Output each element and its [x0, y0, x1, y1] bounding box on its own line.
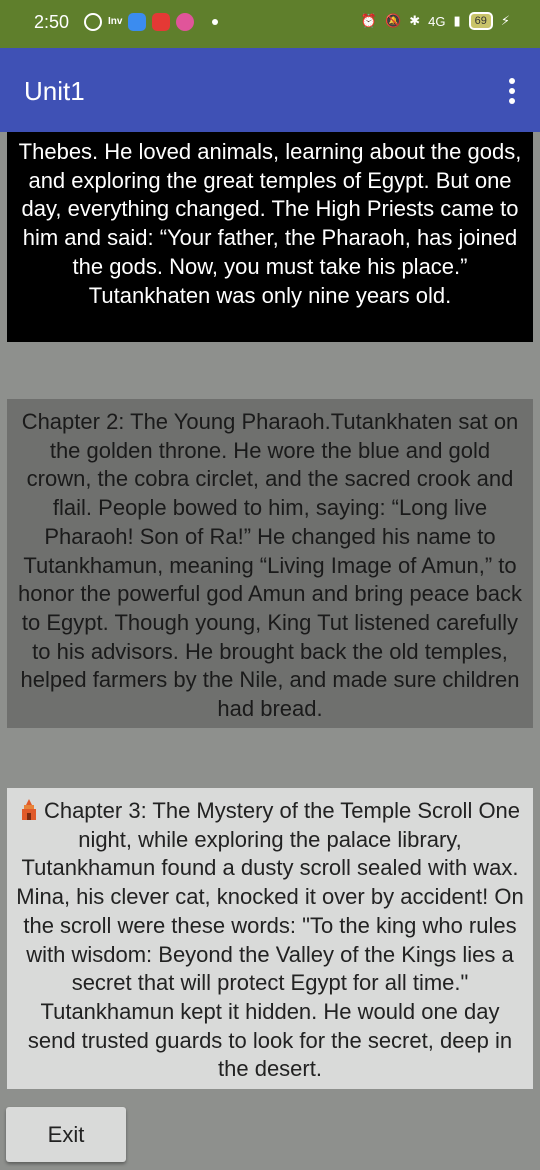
- app-notification-icon: [128, 13, 147, 31]
- gallery-notification-icon: [152, 13, 171, 31]
- temple-icon: [21, 799, 36, 820]
- inv-icon: Inv: [108, 16, 123, 27]
- alarm-icon: ⏰: [360, 13, 378, 28]
- notification-icons: Inv: [84, 13, 219, 31]
- story-text-3: Chapter 3: The Mystery of the Temple Scr…: [16, 798, 524, 1082]
- more-notifications-icon: [212, 19, 219, 25]
- overflow-menu-icon[interactable]: [508, 78, 516, 104]
- chat-notification-icon: [176, 13, 195, 31]
- exit-button[interactable]: Exit: [6, 1107, 126, 1162]
- story-card-2: Chapter 2: The Young Pharaoh.Tutankhaten…: [7, 399, 533, 728]
- status-bar: 2:50 Inv ⏰ 🔕 ✱ 4G ▮ 69 ⚡: [0, 0, 540, 48]
- story-text-1: Thebes. He loved animals, learning about…: [18, 139, 522, 308]
- story-card-3: Chapter 3: The Mystery of the Temple Scr…: [7, 788, 533, 1089]
- whatsapp-icon: [84, 13, 102, 31]
- battery-indicator: 69: [468, 12, 493, 30]
- signal-icon: ▮: [453, 13, 461, 28]
- app-title: Unit1: [24, 76, 85, 106]
- bell-icon: 🔕: [385, 13, 402, 28]
- story-card-1: Thebes. He loved animals, learning about…: [7, 132, 533, 342]
- charging-icon: ⚡: [500, 13, 510, 28]
- story-text-2: Chapter 2: The Young Pharaoh.Tutankhaten…: [18, 409, 522, 722]
- bluetooth-icon: ✱: [409, 13, 421, 28]
- network-type: 4G: [428, 13, 446, 29]
- status-time: 2:50: [34, 12, 70, 32]
- app-bar: Unit1: [0, 48, 540, 132]
- system-icons: ⏰ 🔕 ✱ 4G ▮ 69 ⚡: [361, 12, 510, 30]
